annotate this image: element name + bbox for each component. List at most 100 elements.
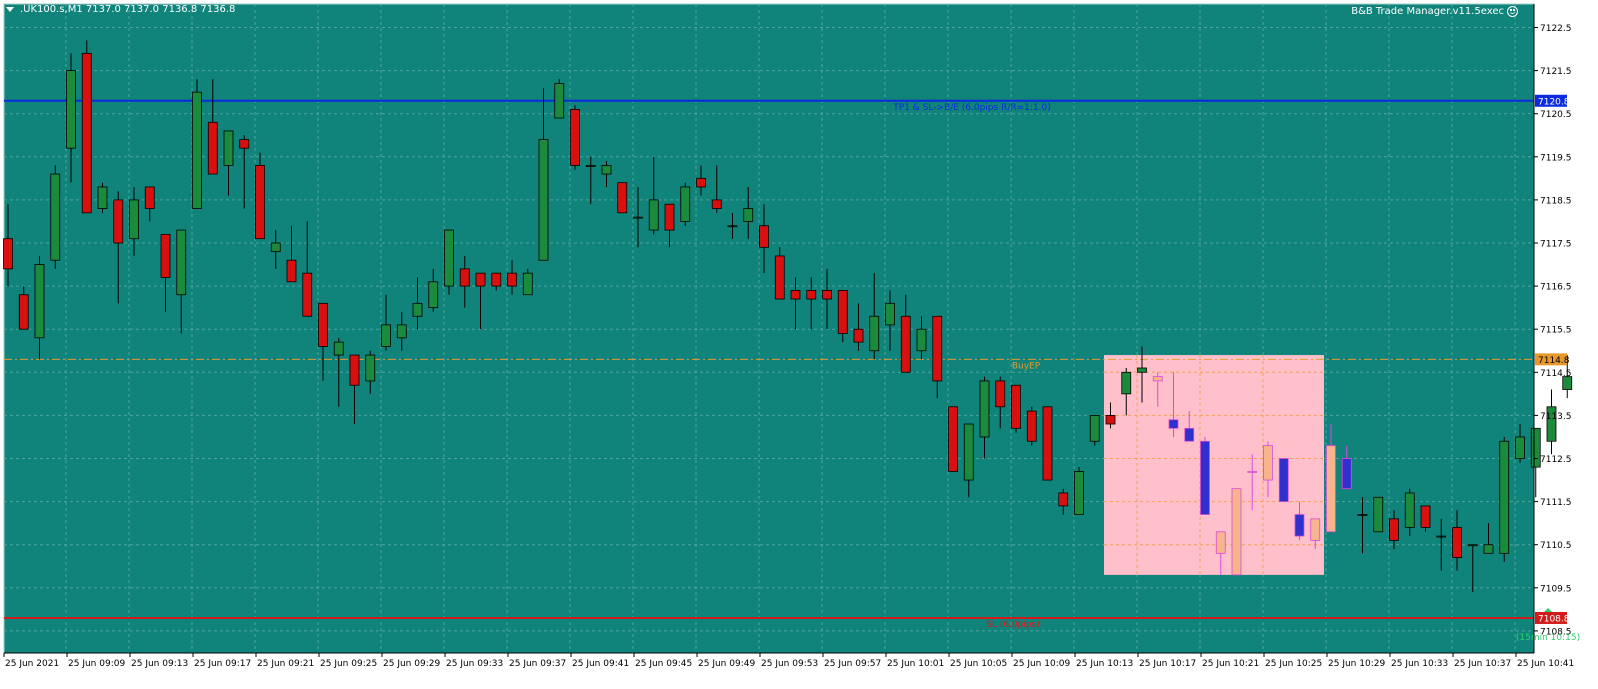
- bull-candle: [585, 165, 596, 167]
- y-tick-label: 7113.5: [1540, 412, 1572, 422]
- y-tick-label: 7110.5: [1540, 541, 1572, 551]
- bull-candle: [1436, 535, 1447, 538]
- tp-line-label: TP1 & SL->B/E (6.0pips R/R=1:1.0): [892, 103, 1050, 113]
- bear-candle: [3, 238, 13, 270]
- bear-candle: [160, 233, 171, 278]
- bear-candle: [349, 354, 360, 386]
- bear-candle: [286, 259, 297, 283]
- x-tick-label: 25 Jun 10:13: [1076, 659, 1133, 669]
- x-tick-label: 25 Jun 10:05: [950, 659, 1007, 669]
- bull-candle: [333, 341, 344, 356]
- x-tick-label: 25 Jun 09:13: [131, 659, 188, 669]
- bull-candle: [601, 165, 612, 175]
- bear-candle: [1184, 427, 1195, 442]
- bear-candle: [853, 328, 864, 343]
- bull-candle: [1310, 518, 1321, 541]
- bull-candle: [727, 225, 738, 228]
- y-tick-label: 7118.5: [1540, 196, 1572, 206]
- y-tick-label: 7119.5: [1540, 153, 1572, 163]
- bull-candle: [633, 216, 643, 219]
- bull-candle: [1263, 445, 1273, 481]
- candlestick-chart[interactable]: TP1 & SL->B/E (6.0pips R/R=1:1.0) BuyEP SL…: [0, 0, 1598, 689]
- bear-candle: [1011, 384, 1021, 429]
- bear-candle: [995, 380, 1006, 408]
- bull-candle: [885, 302, 895, 326]
- y-tick-label: 7112.5: [1540, 455, 1572, 465]
- symbol-quote: .UK100.s,M1 7137.0 7137.0 7136.8 7136.8: [20, 4, 236, 15]
- bear-candle: [774, 255, 785, 300]
- bull-candle: [1357, 514, 1368, 516]
- bear-candle: [1105, 414, 1116, 425]
- symbol-bar[interactable]: .UK100.s,M1 7137.0 7137.0 7136.8 7136.8: [6, 4, 235, 15]
- bull-candle: [1247, 471, 1258, 473]
- bear-candle: [948, 406, 958, 472]
- x-tick-label: 25 Jun 09:41: [572, 659, 629, 669]
- bear-candle: [1168, 419, 1179, 429]
- bear-candle: [1389, 518, 1399, 541]
- x-tick-label: 25 Jun 09:57: [824, 659, 881, 669]
- buy-entry-price-tag-text: 7114.8: [1538, 356, 1570, 366]
- x-tick-label: 25 Jun 10:01: [887, 659, 944, 669]
- bear-candle: [1200, 440, 1210, 515]
- x-tick-label: 25 Jun 09:49: [698, 659, 755, 669]
- bull-candle: [97, 186, 108, 209]
- bull-candle: [1074, 471, 1084, 515]
- x-tick-label: 25 Jun 10:09: [1013, 659, 1070, 669]
- y-tick-label: 7111.5: [1540, 498, 1572, 508]
- bull-candle: [1089, 414, 1100, 442]
- bear-candle: [1294, 514, 1305, 537]
- bear-candle: [302, 272, 313, 317]
- bull-candle: [916, 328, 927, 352]
- bear-candle: [696, 177, 706, 188]
- x-tick-label: 25 Jun 10:33: [1391, 659, 1448, 669]
- x-tick-label: 25 Jun 09:21: [257, 659, 314, 669]
- bear-candle: [806, 290, 817, 300]
- x-tick-label: 25 Jun 10:21: [1202, 659, 1259, 669]
- bull-candle: [554, 83, 565, 119]
- bear-candle: [617, 182, 628, 214]
- bull-candle: [538, 139, 549, 261]
- bull-candle: [1467, 544, 1478, 547]
- bear-candle: [900, 315, 911, 373]
- x-tick-label: 25 Jun 10:41: [1517, 659, 1574, 669]
- bull-candle: [365, 354, 376, 382]
- bear-candle: [1026, 410, 1037, 442]
- bull-candle: [680, 186, 691, 222]
- x-tick-label: 25 Jun 10:37: [1454, 659, 1511, 669]
- bull-candle: [1499, 440, 1510, 554]
- bear-candle: [207, 121, 218, 175]
- y-tick-label: 7122.5: [1540, 24, 1572, 34]
- bull-candle: [979, 380, 990, 438]
- bear-candle: [664, 203, 675, 231]
- bear-candle: [932, 315, 943, 382]
- chart-menu-icon[interactable]: [6, 7, 14, 12]
- bull-candle: [1231, 488, 1242, 576]
- chart-window[interactable]: TP1 & SL->B/E (6.0pips R/R=1:1.0) BuyEP SL…: [0, 0, 1598, 689]
- bull-candle: [1404, 492, 1415, 528]
- y-tick-label: 7117.5: [1540, 240, 1572, 250]
- bull-candle: [648, 199, 659, 231]
- x-tick-label: 25 Jun 10:17: [1139, 659, 1196, 669]
- bear-candle: [1042, 406, 1053, 481]
- horizontal-scrollbar[interactable]: [960, 674, 1044, 676]
- expert-advisor-label[interactable]: B&B Trade Manager.v11.5exec: [1351, 6, 1518, 17]
- bull-candle: [522, 272, 533, 296]
- x-tick-label: 25 Jun 09:25: [320, 659, 377, 669]
- x-tick-label: 25 Jun 10:29: [1328, 659, 1385, 669]
- bull-candle: [1530, 427, 1541, 468]
- bear-candle: [1058, 492, 1069, 507]
- sl-line-label: SL (6.0pips): [986, 620, 1040, 630]
- bull-candle: [1326, 445, 1336, 533]
- x-tick-label: 25 Jun 10:25: [1265, 659, 1322, 669]
- bull-candle: [1483, 544, 1494, 554]
- bull-candle: [1215, 531, 1226, 554]
- bear-candle: [491, 272, 502, 287]
- bull-candle: [1515, 436, 1525, 459]
- bull-candle: [743, 208, 754, 222]
- bull-candle: [50, 173, 61, 261]
- bull-candle: [1121, 371, 1132, 395]
- bear-candle: [1278, 458, 1289, 502]
- y-tick-label: 7114.5: [1540, 369, 1572, 379]
- bear-candle: [1452, 527, 1462, 559]
- bear-candle: [459, 268, 470, 287]
